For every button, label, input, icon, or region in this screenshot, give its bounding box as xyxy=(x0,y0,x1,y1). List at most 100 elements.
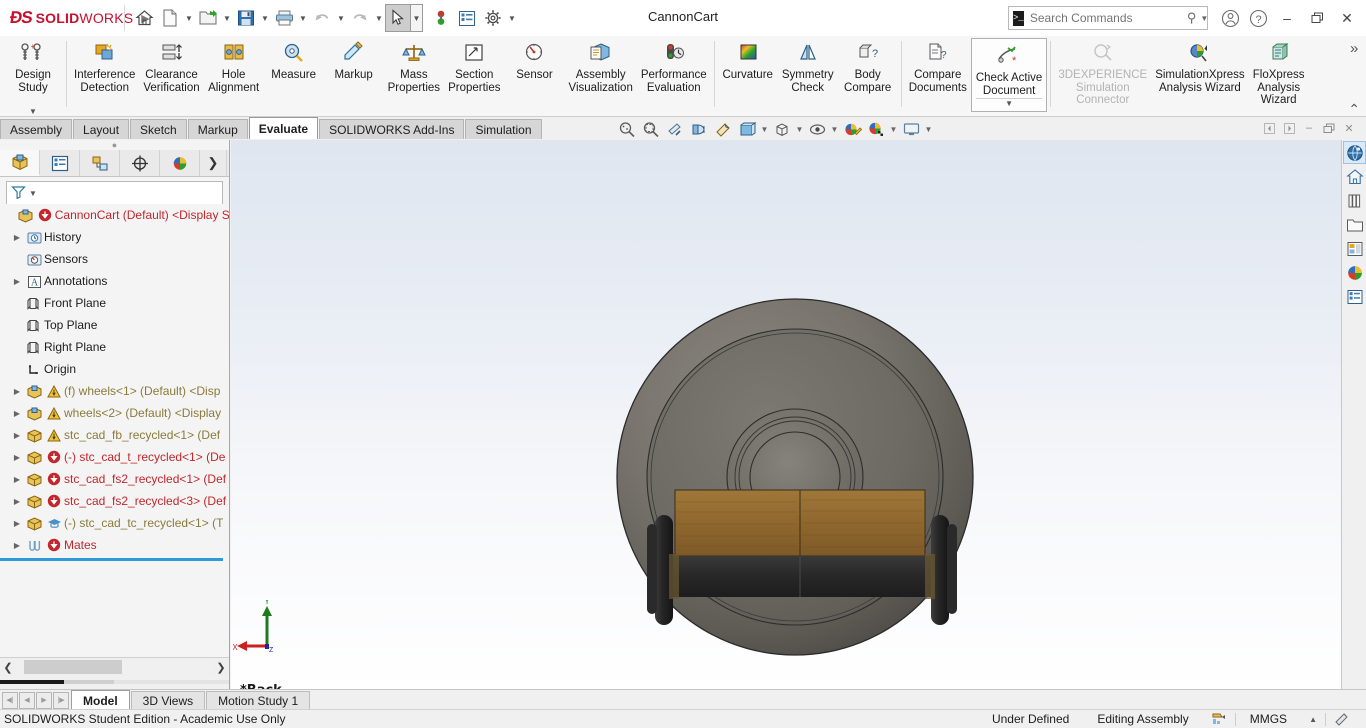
open-folder-caret-icon[interactable]: ▼ xyxy=(221,4,233,32)
close-document-button[interactable]: ✕ xyxy=(1340,119,1358,137)
simulationxpress-analysis-wizard-button[interactable]: SimulationXpress Analysis Wizard xyxy=(1151,36,1248,94)
check-active-document-dropdown-caret-icon[interactable]: ▼ xyxy=(975,98,1043,111)
view-settings-monitor-caret-icon[interactable]: ▼ xyxy=(923,118,934,140)
scroll-left-button[interactable]: ❮ xyxy=(0,661,16,674)
tree-item-wheels-2[interactable]: ▶ wheels<2> (Default) <Display xyxy=(0,402,229,424)
feature-tree-filter[interactable]: ▼ xyxy=(6,181,223,205)
options-caret-icon[interactable]: ▼ xyxy=(506,4,518,32)
performance-evaluation-button[interactable]: Performance Evaluation xyxy=(637,36,711,94)
assembly-editing-icon[interactable] xyxy=(1203,712,1235,726)
print-icon[interactable] xyxy=(271,4,297,32)
prev-tab-icon[interactable]: ◀ xyxy=(19,691,35,709)
tree-item-right-plane[interactable]: Right Plane xyxy=(0,336,229,358)
tree-item-history[interactable]: ▶ History xyxy=(0,226,229,248)
rebuild-icon[interactable] xyxy=(428,4,454,32)
view-orientation-icon[interactable] xyxy=(687,118,711,140)
interference-detection-button[interactable]: Interference Detection xyxy=(70,36,139,94)
save-caret-icon[interactable]: ▼ xyxy=(259,4,271,32)
custom-properties-icon[interactable] xyxy=(1343,285,1366,308)
bottom-tab-model[interactable]: Model xyxy=(71,689,130,711)
measure-button[interactable]: Measure xyxy=(264,36,324,82)
view-settings-monitor-icon[interactable] xyxy=(899,118,923,140)
filter-caret-icon[interactable]: ▼ xyxy=(29,189,37,198)
options-tools-icon[interactable] xyxy=(1326,712,1366,726)
expand-arrow-icon[interactable]: ▶ xyxy=(10,475,24,484)
tree-item-stc-cad-fb-recycled-1[interactable]: ▶ stc_cad_fb_recycled<1> (Def xyxy=(0,424,229,446)
mass-properties-button[interactable]: Mass Properties xyxy=(384,36,444,94)
edit-appearance-icon[interactable] xyxy=(840,118,864,140)
tab-layout[interactable]: Layout xyxy=(73,119,130,139)
tab-assembly[interactable]: Assembly xyxy=(0,119,73,139)
zoom-to-area-icon[interactable] xyxy=(639,118,663,140)
expand-arrow-icon[interactable]: ▶ xyxy=(10,497,24,506)
search-commands-box[interactable]: >_ ⚲ ▼ xyxy=(1008,6,1208,30)
tab-markup[interactable]: Markup xyxy=(187,119,248,139)
apply-scene-eye-caret-icon[interactable]: ▼ xyxy=(829,118,840,140)
curvature-button[interactable]: Curvature xyxy=(718,36,778,82)
tab-evaluate[interactable]: Evaluate xyxy=(248,117,319,139)
help-question-icon[interactable]: ? xyxy=(1244,4,1272,32)
solidworks-logo[interactable]: ÐS SOLIDWORKS ▶ xyxy=(0,8,150,28)
featuremanager-design-tree-tab[interactable] xyxy=(0,150,40,176)
new-document-icon[interactable] xyxy=(157,4,183,32)
tree-item-annotations[interactable]: ▶ A Annotations xyxy=(0,270,229,292)
next-document-button[interactable] xyxy=(1280,119,1298,137)
tab-simulation[interactable]: Simulation xyxy=(465,119,542,139)
tree-item-root[interactable]: CannonCart (Default) <Display St xyxy=(0,204,229,226)
compare-documents-button[interactable]: ? Compare Documents xyxy=(905,36,971,94)
save-icon[interactable] xyxy=(233,4,259,32)
tree-item-stc-cad-t-recycled-1[interactable]: ▶ (-) stc_cad_t_recycled<1> (De xyxy=(0,446,229,468)
zoom-to-fit-icon[interactable] xyxy=(615,118,639,140)
check-active-document-button[interactable]: * Check Active Document ▼ xyxy=(970,38,1048,112)
floxpress-analysis-wizard-button[interactable]: FloXpress Analysis Wizard xyxy=(1249,36,1309,107)
solidworks-resources-home-icon[interactable] xyxy=(1343,165,1366,188)
new-document-caret-icon[interactable]: ▼ xyxy=(183,4,195,32)
scrollbar-track[interactable] xyxy=(16,660,213,674)
configuration-manager-tab[interactable] xyxy=(80,150,120,176)
file-properties-icon[interactable] xyxy=(454,4,480,32)
view-palette-icon[interactable] xyxy=(1343,237,1366,260)
tree-item-stc-cad-fs2-recycled-1[interactable]: ▶ stc_cad_fs2_recycled<1> (Def xyxy=(0,468,229,490)
tab-sketch[interactable]: Sketch xyxy=(130,119,187,139)
property-manager-tab[interactable] xyxy=(40,150,80,176)
symmetry-check-button[interactable]: Symmetry Check xyxy=(778,36,838,94)
feature-tree-horizontal-scrollbar[interactable]: ❮ ❯ xyxy=(0,657,229,676)
units-caret-icon[interactable]: ▲ xyxy=(1301,715,1325,724)
select-cursor-icon[interactable] xyxy=(385,4,411,32)
expand-arrow-icon[interactable]: ▶ xyxy=(10,233,24,242)
ribbon-collapse-button[interactable]: ⌃ xyxy=(1348,101,1360,118)
next-tab-icon[interactable]: ▶ xyxy=(36,691,52,709)
assembly-visualization-button[interactable]: Assembly Visualization xyxy=(564,36,636,94)
search-icon[interactable]: ⚲ xyxy=(1187,10,1197,26)
undo-caret-icon[interactable]: ▼ xyxy=(335,4,347,32)
ribbon-overflow-button[interactable]: » xyxy=(1350,40,1358,57)
3dexperience-marketplace-icon[interactable] xyxy=(1343,141,1366,164)
expand-arrow-icon[interactable]: ▶ xyxy=(10,541,24,550)
tree-item-wheels-1[interactable]: ▶ (f) wheels<1> (Default) <Disp xyxy=(0,380,229,402)
first-tab-icon[interactable]: ◀| xyxy=(2,691,18,709)
options-gear-icon[interactable] xyxy=(480,4,506,32)
apply-scene-eye-icon[interactable] xyxy=(805,118,829,140)
units-status[interactable]: MMGS xyxy=(1236,712,1301,726)
appearances-scenes-decals-icon[interactable] xyxy=(1343,261,1366,284)
restore-window-button[interactable] xyxy=(1302,4,1332,32)
redo-caret-icon[interactable]: ▼ xyxy=(373,4,385,32)
undo-icon[interactable] xyxy=(309,4,335,32)
body-compare-button[interactable]: ? Body Compare xyxy=(838,36,898,94)
expand-arrow-icon[interactable]: ▶ xyxy=(10,519,24,528)
expand-arrow-icon[interactable]: ▶ xyxy=(10,431,24,440)
file-explorer-icon[interactable] xyxy=(1343,213,1366,236)
hole-alignment-button[interactable]: Hole Alignment xyxy=(204,36,264,94)
apply-scene-icon[interactable] xyxy=(864,118,888,140)
scroll-right-button[interactable]: ❯ xyxy=(213,661,229,674)
tree-item-origin[interactable]: Origin xyxy=(0,358,229,380)
view-setting-cube-icon[interactable] xyxy=(770,118,794,140)
clearance-verification-button[interactable]: Clearance Verification xyxy=(139,36,203,94)
design-study-button[interactable]: + Design Study ▼ xyxy=(3,36,63,119)
print-caret-icon[interactable]: ▼ xyxy=(297,4,309,32)
expand-arrow-icon[interactable]: ▶ xyxy=(10,277,24,286)
minimize-window-button[interactable]: – xyxy=(1272,4,1302,32)
panel-grip-handle[interactable]: ● xyxy=(0,140,229,150)
tree-item-mates[interactable]: ▶ Mates xyxy=(0,534,229,556)
home-icon[interactable] xyxy=(131,4,157,32)
